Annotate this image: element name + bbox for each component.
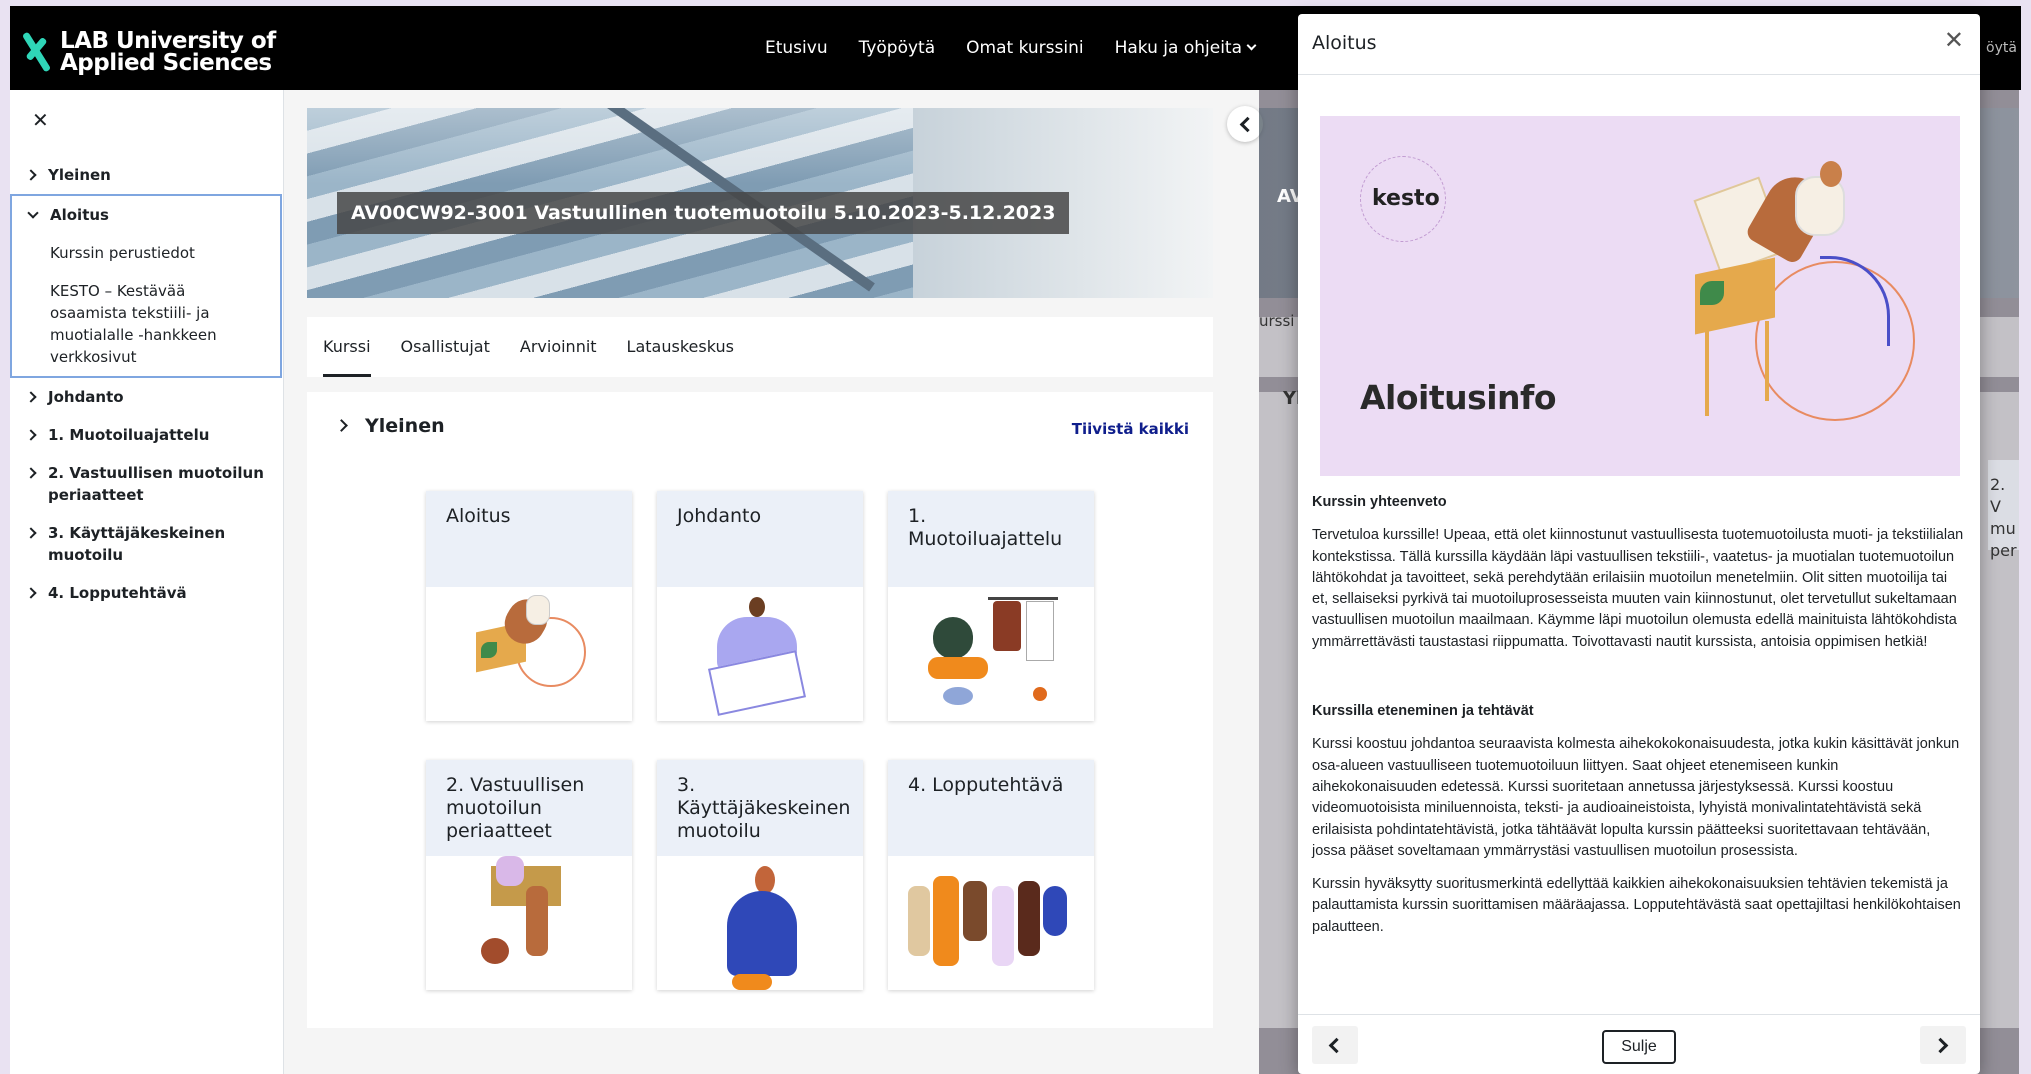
tile-peek-text: 2. V mu per <box>1990 475 2017 560</box>
tab-osallistujat[interactable]: Osallistujat <box>401 317 490 377</box>
index-section-muotoiluajattelu[interactable]: 1. Muotoiluajattelu <box>10 416 284 454</box>
hero-title: Aloitusinfo <box>1360 378 1557 417</box>
tile-title: 4. Lopputehtävä <box>888 760 1094 856</box>
section-heading-label: Yleinen <box>365 415 445 437</box>
nav-etusivu[interactable]: Etusivu <box>765 38 828 58</box>
tab-arvioinnit[interactable]: Arvioinnit <box>520 317 597 377</box>
primary-nav: Etusivu Työpöytä Omat kurssini Haku ja o… <box>765 6 1257 90</box>
nav-tyopoyta[interactable]: Työpöytä <box>859 38 936 58</box>
index-section-johdanto[interactable]: Johdanto <box>10 378 284 416</box>
previous-section-button[interactable] <box>1312 1026 1358 1064</box>
index-section-vastuullisen-muotoilun-periaatteet[interactable]: 2. Vastuullisen muotoilun periaatteet <box>10 454 284 514</box>
paragraph-suoritus: Kurssin hyväksytty suoritusmerkintä edel… <box>1312 876 1961 935</box>
heading-eteneminen: Kurssilla eteneminen ja tehtävät <box>1312 703 1534 720</box>
lab-logo-icon <box>21 31 52 73</box>
index-item-kesto-verkkosivut[interactable]: KESTO – Kestävää osaamista tekstiili- ja… <box>12 272 280 376</box>
tile-muotoiluajattelu[interactable]: 1. Muotoiluajattelu <box>888 491 1094 721</box>
tile-johdanto[interactable]: Johdanto <box>657 491 863 721</box>
logo-line-1: LAB University of <box>60 28 276 54</box>
kesto-logo: kesto <box>1360 156 1446 242</box>
tab-kurssi[interactable]: Kurssi <box>323 317 371 377</box>
tile-title: 1. Muotoiluajattelu <box>888 491 1094 587</box>
section-modal: Aloitus ✕ kesto Aloitusinfo Kurssin yhte… <box>1298 14 1980 1074</box>
logo-line-2: Applied Sciences <box>60 50 272 76</box>
collapse-all-link[interactable]: Tiivistä kaikki <box>1072 420 1189 438</box>
paragraph-eteneminen: Kurssi koostuu johdantoa seuraavista kol… <box>1312 736 1960 859</box>
tile-illustration-desk <box>426 587 632 721</box>
course-content: Yleinen Tiivistä kaikki Aloitus Johdanto <box>307 392 1213 1028</box>
tile-illustration-wardrobe <box>888 587 1094 721</box>
heading-kurssin-yhteenveto: Kurssin yhteenveto <box>1312 494 1447 510</box>
next-section-button[interactable] <box>1920 1026 1966 1064</box>
close-button[interactable]: Sulje <box>1602 1030 1676 1064</box>
index-section-aloitus[interactable]: Aloitus <box>12 196 280 234</box>
paragraph-yhteenveto: Tervetuloa kurssille! Upeaa, että olet k… <box>1312 527 1964 650</box>
tile-title: Johdanto <box>657 491 863 587</box>
course-tabs: Kurssi Osallistujat Arvioinnit Latauskes… <box>307 317 1213 377</box>
tile-vastuullisen-muotoilun-periaatteet[interactable]: 2. Vastuullisen muotoilun periaatteet <box>426 760 632 990</box>
index-item-kurssin-perustiedot[interactable]: Kurssin perustiedot <box>12 234 280 272</box>
nav-omat-kurssini[interactable]: Omat kurssini <box>966 38 1083 58</box>
tile-kayttajakeskeinen-muotoilu[interactable]: 3. Käyttäjäkeskeinen muotoilu <box>657 760 863 990</box>
index-section-kayttajakeskeinen-muotoilu[interactable]: 3. Käyttäjäkeskeinen muotoilu <box>10 514 284 574</box>
index-section-yleinen[interactable]: Yleinen <box>10 156 284 194</box>
close-icon[interactable]: ✕ <box>1944 26 1964 54</box>
kesto-logo-word: kesto <box>1372 186 1440 211</box>
tab-peek-text: urssi <box>1259 312 1295 330</box>
index-section-lopputehtava[interactable]: 4. Lopputehtävä <box>10 574 284 612</box>
course-index-drawer: ✕ Yleinen Aloitus Kurssin perustiedot KE… <box>10 90 284 1074</box>
course-banner: AV00CW92-3001 Vastuullinen tuotemuotoilu… <box>307 108 1213 298</box>
tile-illustration-dress <box>657 856 863 990</box>
aloitusinfo-banner: kesto Aloitusinfo <box>1320 116 1960 476</box>
open-block-drawer-button[interactable] <box>1227 106 1263 142</box>
course-title: AV00CW92-3001 Vastuullinen tuotemuotoilu… <box>337 192 1070 234</box>
tile-title: 2. Vastuullisen muotoilun periaatteet <box>426 760 632 856</box>
chevron-down-icon <box>1246 40 1257 51</box>
tile-illustration-group <box>888 856 1094 990</box>
tile-illustration-recycling <box>426 856 632 990</box>
tile-title: Aloitus <box>426 491 632 587</box>
course-main: AV00CW92-3001 Vastuullinen tuotemuotoilu… <box>284 90 1263 1074</box>
nav-haku-label: Haku ja ohjeita <box>1114 38 1243 58</box>
tab-latauskeskus[interactable]: Latauskeskus <box>627 317 734 377</box>
nav-haku-ja-ohjeita[interactable]: Haku ja ohjeita <box>1114 38 1257 58</box>
section-heading-yleinen[interactable]: Yleinen <box>337 415 445 437</box>
tile-illustration-sewing <box>657 587 863 721</box>
modal-body: Kurssin yhteenveto Tervetuloa kurssille!… <box>1312 492 1964 950</box>
tile-lopputehtava[interactable]: 4. Lopputehtävä <box>888 760 1094 990</box>
modal-title: Aloitus <box>1312 32 1377 54</box>
nav-peek-text: öytä <box>1986 40 2017 56</box>
lab-logo[interactable]: LAB University of Applied Sciences <box>21 28 276 76</box>
tile-aloitus[interactable]: Aloitus <box>426 491 632 721</box>
tile-title: 3. Käyttäjäkeskeinen muotoilu <box>657 760 863 856</box>
index-section-aloitus-group: Aloitus Kurssin perustiedot KESTO – Kest… <box>10 194 282 378</box>
course-index: Yleinen Aloitus Kurssin perustiedot KEST… <box>10 156 284 612</box>
close-drawer-icon[interactable]: ✕ <box>32 108 49 132</box>
